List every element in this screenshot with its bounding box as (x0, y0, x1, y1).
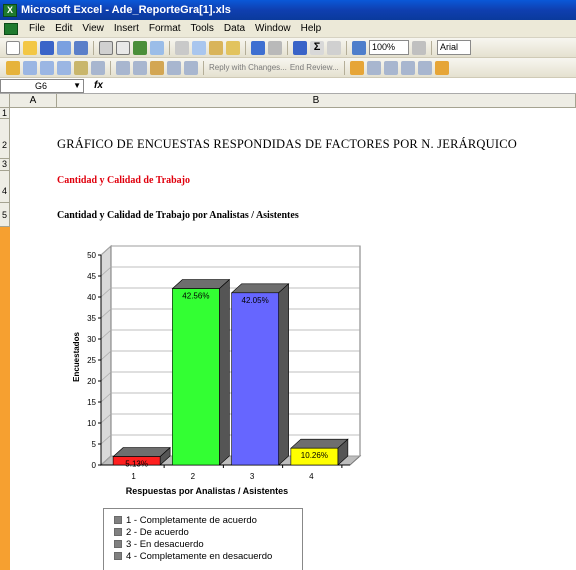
legend-swatch (114, 552, 122, 560)
drawing-icon-6[interactable] (434, 60, 449, 75)
legend-label-3: 3 - En desacuerdo (126, 538, 204, 550)
legend-label-1: 1 - Completamente de acuerdo (126, 514, 257, 526)
email-icon[interactable] (74, 40, 88, 55)
legend-swatch (114, 540, 122, 548)
chart-legend: 1 - Completamente de acuerdo 2 - De acue… (103, 508, 303, 570)
column-header-b[interactable]: B (57, 94, 576, 108)
select-all-corner[interactable] (0, 94, 10, 108)
row-header-1[interactable]: 1 (0, 108, 10, 119)
reviewing-icon-10[interactable] (184, 60, 198, 75)
legend-item: 3 - En desacuerdo (114, 538, 302, 550)
folder-icon[interactable] (6, 60, 20, 75)
hyperlink-icon[interactable] (293, 40, 307, 55)
paste-icon[interactable] (209, 40, 223, 55)
spelling-icon[interactable] (133, 40, 147, 55)
menu-format[interactable]: Format (144, 23, 186, 34)
sort-ascending-icon[interactable] (327, 40, 341, 55)
row-header-5[interactable]: 5 (0, 203, 10, 227)
drawing-icon-5[interactable] (417, 60, 432, 75)
window-title: Microsoft Excel - Ade_ReporteGra[1].xls (21, 4, 231, 16)
redo-icon[interactable] (268, 40, 282, 55)
menu-insert[interactable]: Insert (109, 23, 144, 34)
legend-item: 4 - Completamente en desacuerdo (114, 550, 302, 562)
menu-view[interactable]: View (77, 23, 109, 34)
drawing-icon-4[interactable] (400, 60, 415, 75)
legend-label-4: 4 - Completamente en desacuerdo (126, 550, 273, 562)
formula-bar: G6 ▼ fx (0, 78, 576, 94)
column-header-a[interactable]: A (10, 94, 57, 108)
open-icon[interactable] (23, 40, 37, 55)
drawing-icon-2[interactable] (366, 60, 381, 75)
copy-icon[interactable] (192, 40, 206, 55)
drawing-icon-3[interactable] (383, 60, 398, 75)
reply-with-changes-button[interactable]: Reply with Changes... (209, 63, 287, 72)
row-header-2[interactable]: 2 (0, 119, 10, 159)
autosum-icon[interactable]: Σ (310, 40, 324, 55)
menu-bar: File Edit View Insert Format Tools Data … (0, 20, 576, 38)
print-preview-icon[interactable] (116, 40, 130, 55)
reviewing-icon-8[interactable] (150, 60, 164, 75)
legend-swatch (114, 528, 122, 536)
fx-icon[interactable]: fx (94, 80, 103, 91)
legend-item: 2 - De acuerdo (114, 526, 302, 538)
reviewing-icon-1[interactable] (23, 60, 37, 75)
row-header-3[interactable]: 3 (0, 159, 10, 171)
undo-icon[interactable] (251, 40, 265, 55)
legend-swatch (114, 516, 122, 524)
font-select[interactable]: Arial (437, 40, 471, 55)
document-icon[interactable] (4, 22, 18, 35)
section-title: Cantidad y Calidad de Trabajo (57, 175, 190, 186)
title-bar: X Microsoft Excel - Ade_ReporteGra[1].xl… (0, 0, 576, 20)
reviewing-icon-5[interactable] (91, 60, 105, 75)
legend-label-2: 2 - De acuerdo (126, 526, 189, 538)
reviewing-icon-9[interactable] (167, 60, 181, 75)
reviewing-icon-7[interactable] (133, 60, 147, 75)
research-icon[interactable] (150, 40, 164, 55)
print-icon[interactable] (99, 40, 113, 55)
menu-tools[interactable]: Tools (186, 23, 219, 34)
cut-icon[interactable] (175, 40, 189, 55)
zoom-select[interactable]: 100% (369, 40, 409, 55)
name-box-value: G6 (35, 80, 48, 91)
chart-wizard-icon[interactable] (352, 40, 366, 55)
report-title: GRÁFICO DE ENCUESTAS RESPONDIDAS DE FACT… (57, 137, 517, 151)
reviewing-toolbar: Reply with Changes... End Review... (0, 58, 576, 78)
reviewing-icon-4[interactable] (74, 60, 88, 75)
menu-window[interactable]: Window (250, 23, 296, 34)
chevron-down-icon[interactable]: ▼ (73, 80, 81, 92)
standard-toolbar: Σ 100% Arial (0, 38, 576, 58)
save-icon[interactable] (40, 40, 54, 55)
legend-item: 1 - Completamente de acuerdo (114, 514, 302, 526)
help-icon[interactable] (412, 40, 426, 55)
menu-data[interactable]: Data (219, 23, 250, 34)
row-header-4[interactable]: 4 (0, 171, 10, 203)
format-painter-icon[interactable] (226, 40, 240, 55)
chart-heading: Cantidad y Calidad de Trabajo por Analis… (57, 210, 299, 221)
menu-file[interactable]: File (24, 23, 50, 34)
menu-help[interactable]: Help (296, 23, 327, 34)
reviewing-icon-3[interactable] (57, 60, 71, 75)
reviewing-icon-6[interactable] (116, 60, 130, 75)
new-icon[interactable] (6, 40, 20, 55)
reviewing-icon-2[interactable] (40, 60, 54, 75)
excel-app-icon: X (3, 3, 17, 17)
drawing-icon-1[interactable] (349, 60, 364, 75)
menu-edit[interactable]: Edit (50, 23, 77, 34)
permission-icon[interactable] (57, 40, 71, 55)
end-review-button[interactable]: End Review... (290, 63, 339, 72)
name-box[interactable]: G6 ▼ (0, 78, 84, 93)
